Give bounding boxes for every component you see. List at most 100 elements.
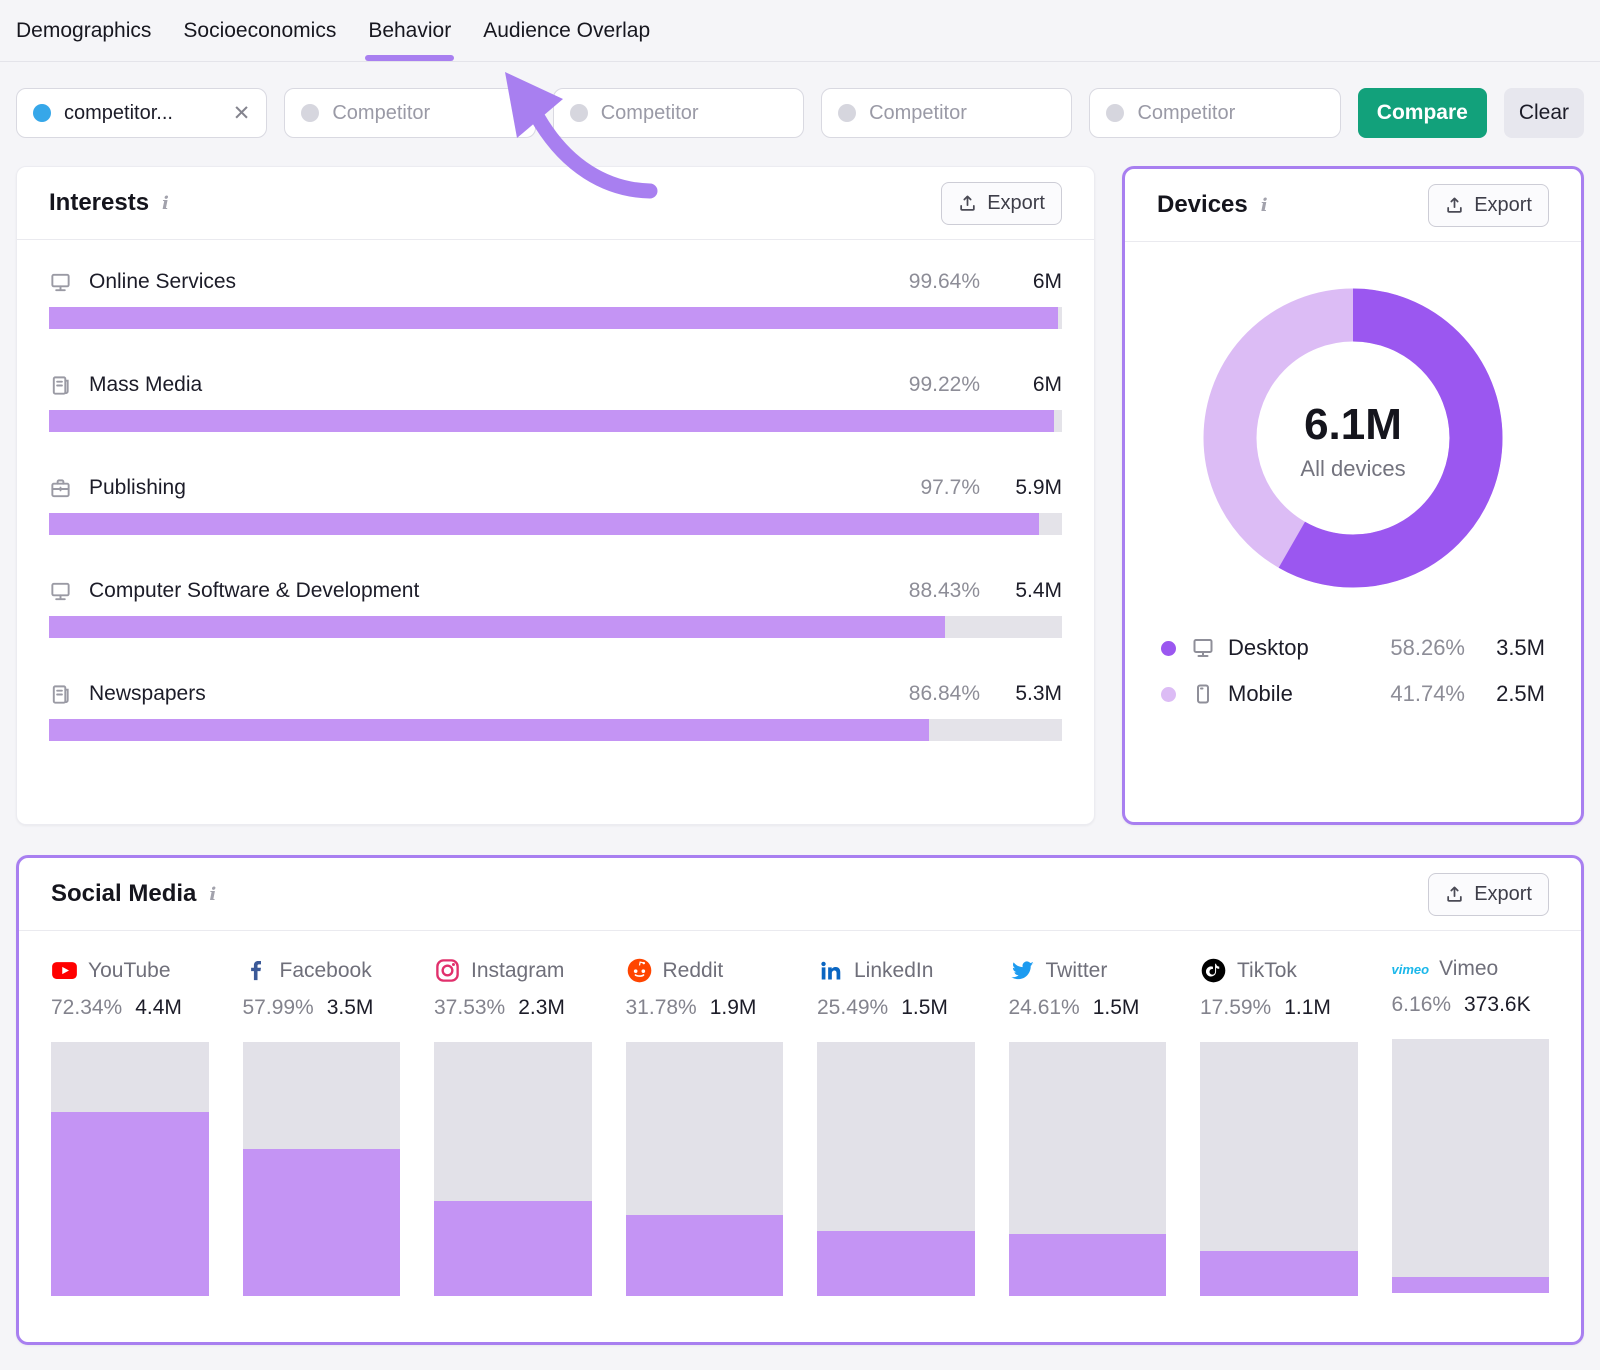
interest-label: Publishing (89, 476, 186, 500)
interest-bar-fill (49, 513, 1039, 535)
interests-header: Interests i Export (17, 167, 1094, 239)
interests-card: Interests i Export Online Services 99.64… (16, 166, 1095, 825)
platform-name: Reddit (663, 959, 724, 983)
instagram-icon (434, 957, 461, 984)
platform-instagram: Instagram 37.53% 2.3M (434, 957, 592, 1296)
platform-bar-track (1009, 1042, 1167, 1296)
export-icon (958, 194, 977, 213)
platform-name: YouTube (88, 959, 171, 983)
platform-percent: 72.34% (51, 996, 122, 1020)
platform-percent: 31.78% (626, 996, 697, 1020)
top-tab-bar: Demographics Socioeconomics Behavior Aud… (0, 0, 1600, 62)
export-button[interactable]: Export (941, 182, 1062, 225)
competitor-placeholder: Competitor (332, 102, 518, 125)
desktop-color-dot (1161, 641, 1176, 656)
platform-bar-fill (626, 1215, 784, 1296)
tab-socioeconomics[interactable]: Socioeconomics (183, 0, 336, 61)
clear-button[interactable]: Clear (1504, 88, 1584, 138)
audience-insights-page: Demographics Socioeconomics Behavior Aud… (0, 0, 1600, 1370)
youtube-icon (51, 957, 78, 984)
platform-bar-track (243, 1042, 401, 1296)
linkedin-icon (817, 957, 844, 984)
tiktok-icon (1200, 957, 1227, 984)
platform-name: TikTok (1237, 959, 1297, 983)
facebook-icon (243, 957, 270, 984)
platform-value: 3.5M (327, 996, 374, 1020)
tab-behavior[interactable]: Behavior (368, 0, 451, 61)
platform-name: Vimeo (1439, 957, 1498, 981)
export-icon (1445, 196, 1464, 215)
interest-value: 6M (1004, 373, 1062, 397)
platform-bar-track (434, 1042, 592, 1296)
competitor-placeholder: Competitor (1137, 102, 1323, 125)
platform-vimeo: vimeoVimeo 6.16%373.6K (1392, 957, 1550, 1296)
devices-header: Devices i Export (1125, 169, 1581, 241)
interest-percent: 99.22% (909, 373, 980, 397)
info-icon[interactable]: i (209, 884, 216, 905)
platform-bar-track (1392, 1039, 1550, 1293)
competitor-placeholder: Competitor (869, 102, 1055, 125)
interest-row: Newspapers 86.84% 5.3M (49, 682, 1062, 741)
interest-label: Computer Software & Development (89, 579, 419, 603)
interest-percent: 97.7% (920, 476, 980, 500)
reddit-icon (626, 957, 653, 984)
export-button[interactable]: Export (1428, 184, 1549, 227)
interests-title: Interests (49, 189, 149, 217)
total-devices-value: 6.1M (1304, 400, 1402, 450)
interest-value: 6M (1004, 270, 1062, 294)
interest-label: Online Services (89, 270, 236, 294)
social-media-card: Social Media i Export YouTube 72.34%4.4M… (16, 855, 1584, 1345)
platform-percent: 37.53% (434, 996, 505, 1020)
platform-bar-fill (243, 1149, 401, 1296)
interest-label: Mass Media (89, 373, 202, 397)
main-row: Interests i Export Online Services 99.64… (0, 138, 1600, 825)
social-platforms-grid: YouTube 72.34%4.4M Facebook 57.99%3.5M I… (19, 931, 1581, 1296)
info-icon[interactable]: i (1261, 195, 1268, 216)
tab-audience-overlap[interactable]: Audience Overlap (483, 0, 650, 61)
platform-bar-fill (434, 1201, 592, 1296)
tab-demographics[interactable]: Demographics (16, 0, 151, 61)
interest-bar-fill (49, 616, 945, 638)
desktop-icon (1191, 636, 1215, 660)
platform-value: 1.5M (1093, 996, 1140, 1020)
interest-bar-track (49, 616, 1062, 638)
legend-percent: 41.74% (1390, 681, 1465, 707)
competitor-dot-icon (301, 104, 319, 122)
competitor-chip-empty-3[interactable]: Competitor (821, 88, 1072, 138)
platform-bar-track (817, 1042, 975, 1296)
platform-name: Twitter (1046, 959, 1108, 983)
platform-bar-fill (51, 1112, 209, 1296)
platform-value: 1.5M (901, 996, 948, 1020)
legend-value: 3.5M (1481, 635, 1545, 661)
monitor-icon (49, 271, 72, 294)
export-icon (1445, 885, 1464, 904)
competitor-chip-empty-4[interactable]: Competitor (1089, 88, 1340, 138)
competitor-chip-selected[interactable]: competitor... ✕ (16, 88, 267, 138)
platform-name: Instagram (471, 959, 564, 983)
interest-label: Newspapers (89, 682, 206, 706)
interest-percent: 88.43% (909, 579, 980, 603)
close-icon[interactable]: ✕ (233, 103, 251, 124)
interest-bar-fill (49, 719, 929, 741)
interest-value: 5.3M (1004, 682, 1062, 706)
news-icon (49, 374, 72, 397)
platform-tiktok: TikTok 17.59%1.1M (1200, 957, 1358, 1296)
platform-value: 4.4M (135, 996, 182, 1020)
donut-center-label: 6.1M All devices (1203, 288, 1503, 593)
export-button[interactable]: Export (1428, 873, 1549, 916)
competitor-chip-empty-2[interactable]: Competitor (553, 88, 804, 138)
interest-percent: 86.84% (909, 682, 980, 706)
compare-button[interactable]: Compare (1358, 88, 1487, 138)
competitor-placeholder: Competitor (601, 102, 787, 125)
platform-bar-fill (1200, 1251, 1358, 1296)
interest-bar-track (49, 410, 1062, 432)
devices-donut-chart: 6.1M All devices (1203, 288, 1503, 593)
interest-value: 5.9M (1004, 476, 1062, 500)
divider (1125, 241, 1581, 242)
competitor-chip-empty-1[interactable]: Competitor (284, 88, 535, 138)
mobile-icon (1191, 682, 1215, 706)
legend-label: Desktop (1228, 635, 1309, 661)
info-icon[interactable]: i (162, 193, 169, 214)
vimeo-icon: vimeo (1392, 962, 1430, 977)
platform-value: 2.3M (518, 996, 565, 1020)
